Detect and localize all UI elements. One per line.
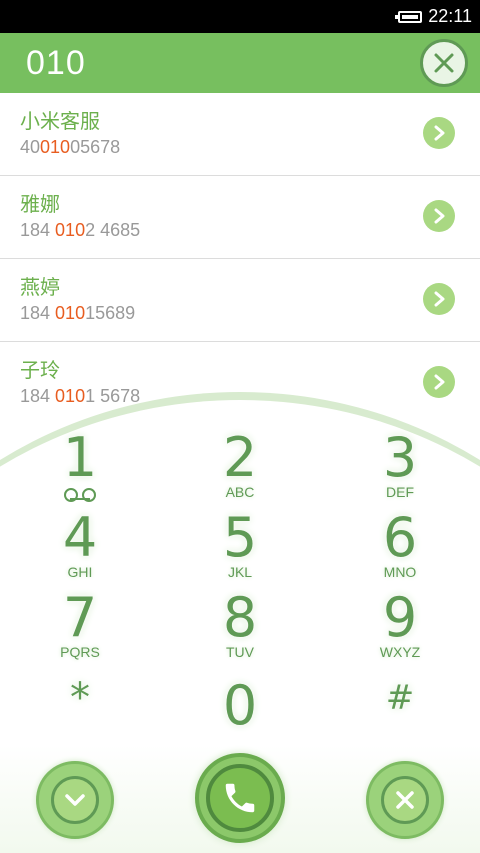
key-0[interactable]: 0 — [180, 678, 300, 734]
key-hash[interactable]: # — [340, 670, 460, 726]
key-4[interactable]: 4 GHI — [20, 510, 140, 581]
chevron-right-icon — [434, 374, 445, 390]
key-2[interactable]: 2 ABC — [180, 430, 300, 501]
key-8[interactable]: 8 TUV — [180, 590, 300, 661]
phone-match: 010 — [55, 303, 86, 323]
call-button[interactable] — [195, 753, 285, 843]
key-star[interactable]: * — [20, 670, 140, 726]
key-3[interactable]: 3 DEF — [340, 430, 460, 501]
close-icon — [434, 53, 454, 73]
key-6[interactable]: 6 MNO — [340, 510, 460, 581]
key-1[interactable]: 1 — [20, 430, 140, 505]
status-time: 22:11 — [428, 6, 472, 26]
dialed-number[interactable]: 010 — [26, 44, 86, 83]
chevron-down-icon — [65, 794, 85, 806]
contact-name: 燕婷 — [20, 277, 60, 299]
key-7[interactable]: 7 PQRS — [20, 590, 140, 661]
delete-button[interactable] — [366, 761, 444, 839]
contact-name: 小米客服 — [20, 111, 100, 133]
collapse-pad-button[interactable] — [36, 761, 114, 839]
contact-suggestion-list: 小米客服 4001005678 雅娜 184 0102 4685 燕婷 184 … — [0, 93, 480, 425]
contact-name: 雅娜 — [20, 194, 60, 216]
contact-row[interactable]: 燕婷 184 01015689 — [0, 259, 480, 342]
contact-detail-button[interactable] — [423, 117, 455, 149]
voicemail-icon — [60, 488, 100, 502]
contact-phone: 4001005678 — [20, 137, 121, 157]
contact-row[interactable]: 小米客服 4001005678 — [0, 93, 480, 176]
phone-icon — [225, 783, 255, 813]
status-bar: 22:11 — [0, 0, 480, 33]
phone-match: 010 — [40, 137, 71, 157]
key-9[interactable]: 9 WXYZ — [340, 590, 460, 661]
dial-header: 010 — [0, 33, 480, 93]
contact-row[interactable]: 雅娜 184 0102 4685 — [0, 176, 480, 259]
dial-action-bar — [0, 745, 480, 853]
contact-detail-button[interactable] — [423, 283, 455, 315]
key-5[interactable]: 5 JKL — [180, 510, 300, 581]
chevron-right-icon — [434, 291, 445, 307]
contact-name: 子玲 — [20, 360, 60, 382]
battery-icon — [395, 10, 423, 23]
chevron-right-icon — [434, 208, 445, 224]
contact-detail-button[interactable] — [423, 200, 455, 232]
contact-phone: 184 01015689 — [20, 303, 136, 323]
chevron-right-icon — [434, 125, 445, 141]
close-icon — [396, 791, 414, 809]
phone-match: 010 — [55, 220, 86, 240]
contact-phone: 184 0102 4685 — [20, 220, 141, 240]
clear-button[interactable] — [420, 39, 468, 87]
